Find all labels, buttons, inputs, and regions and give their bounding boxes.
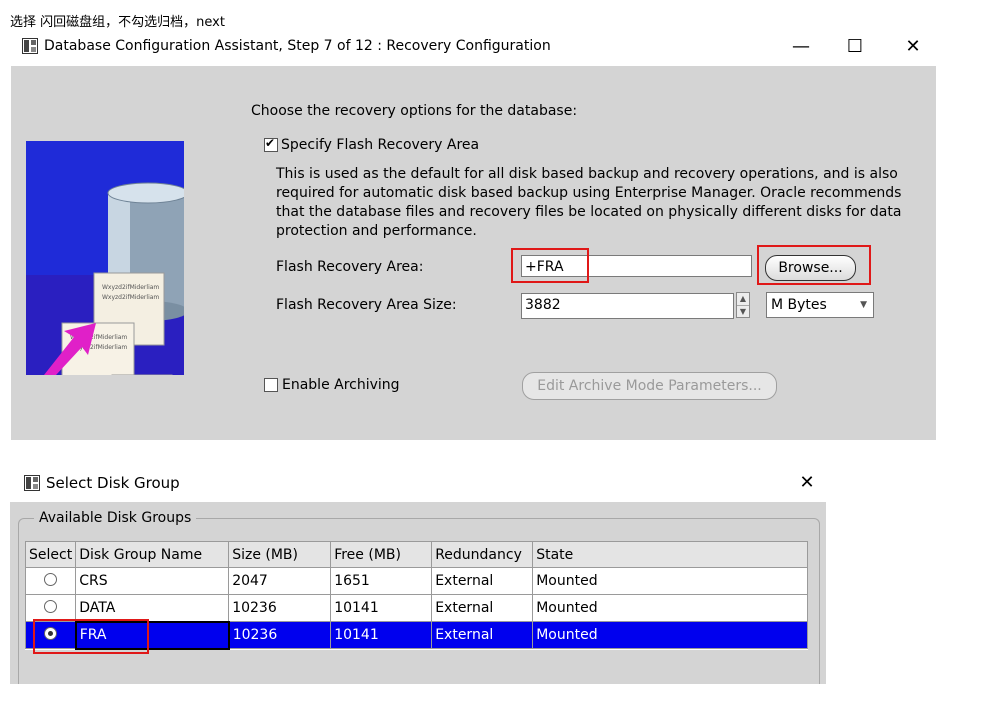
flash-recovery-checkbox[interactable]: [264, 136, 278, 152]
edit-archive-params-button[interactable]: Edit Archive Mode Parameters...: [522, 372, 777, 400]
oracle-app-icon: [24, 475, 40, 491]
size-label: Flash Recovery Area Size:: [276, 297, 457, 313]
doc-text: Wxyzd2ifMiderliam: [102, 284, 159, 291]
select-cell[interactable]: [24, 567, 77, 595]
flash-recovery-description: This is used as the default for all disk…: [276, 166, 902, 239]
doc-text: Wxyzd2ifMiderliam: [102, 294, 159, 301]
table-cell: Mounted: [532, 594, 808, 622]
column-header[interactable]: Size (MB): [228, 541, 332, 568]
maximize-button[interactable]: ☐: [838, 34, 872, 60]
table-cell: 10141: [330, 621, 433, 649]
spinner-down-icon[interactable]: ▼: [737, 306, 749, 318]
table-header-row: Select Disk Group Name Size (MB) Free (M…: [24, 541, 808, 568]
fra-row-highlight-box: [33, 619, 149, 654]
table-cell: 10236: [228, 621, 332, 649]
dialog-close-button[interactable]: ✕: [790, 470, 824, 496]
archiving-checkbox[interactable]: [264, 378, 278, 392]
oracle-app-icon: [22, 38, 38, 54]
column-header[interactable]: Select: [24, 541, 77, 568]
archiving-checkbox-label: Enable Archiving: [282, 377, 400, 393]
table-cell: 10236: [228, 594, 332, 622]
table-cell: Mounted: [532, 621, 808, 649]
table-cell: 1651: [330, 567, 433, 595]
column-header[interactable]: Redundancy: [431, 541, 534, 568]
disk-group-radio[interactable]: [44, 572, 58, 586]
minimize-button[interactable]: —: [784, 34, 818, 60]
table-cell: 2047: [228, 567, 332, 595]
size-spinner[interactable]: ▲ ▼: [736, 292, 750, 318]
disk-group-radio[interactable]: [44, 599, 58, 613]
table-row[interactable]: DATA 10236 10141 External Mounted: [24, 594, 808, 622]
fra-label: Flash Recovery Area:: [276, 259, 424, 275]
database-illustration: Wxyzd2ifMiderliam Wxyzd2ifMiderliam Wxyz…: [26, 141, 184, 375]
size-input[interactable]: 3882: [521, 293, 734, 319]
table-cell: CRS: [75, 567, 230, 595]
flash-recovery-option[interactable]: Specify Flash Recovery Area: [264, 136, 480, 153]
intro-text: Choose the recovery options for the data…: [251, 103, 578, 119]
table-cell: DATA: [75, 594, 230, 622]
close-button[interactable]: ✕: [896, 34, 930, 60]
unit-select[interactable]: M Bytes ▼: [766, 292, 874, 318]
dialog-title-bar: Select Disk Group: [24, 474, 180, 492]
column-header[interactable]: Disk Group Name: [75, 541, 230, 568]
archiving-option[interactable]: Enable Archiving: [264, 377, 400, 393]
dialog-title: Select Disk Group: [46, 474, 180, 492]
fra-highlight-box: [511, 248, 589, 283]
window-title-bar: Database Configuration Assistant, Step 7…: [22, 38, 551, 54]
column-header[interactable]: State: [532, 541, 808, 568]
chevron-down-icon: ▼: [860, 300, 867, 310]
select-cell[interactable]: [24, 594, 77, 622]
unit-select-value: M Bytes: [771, 297, 827, 313]
instruction-caption: 选择 闪回磁盘组，不勾选归档，next: [10, 15, 225, 30]
column-header[interactable]: Free (MB): [330, 541, 433, 568]
browse-highlight-box: [757, 245, 871, 285]
table-row[interactable]: CRS 2047 1651 External Mounted: [24, 567, 808, 595]
table-cell: External: [431, 594, 534, 622]
spinner-up-icon[interactable]: ▲: [737, 293, 749, 306]
table-cell: External: [431, 567, 534, 595]
table-cell: 10141: [330, 594, 433, 622]
flash-recovery-checkbox-label: Specify Flash Recovery Area: [281, 137, 480, 153]
table-cell: Mounted: [532, 567, 808, 595]
table-cell: External: [431, 621, 534, 649]
available-disk-groups-label: Available Disk Groups: [34, 510, 197, 526]
window-title: Database Configuration Assistant, Step 7…: [44, 38, 551, 54]
